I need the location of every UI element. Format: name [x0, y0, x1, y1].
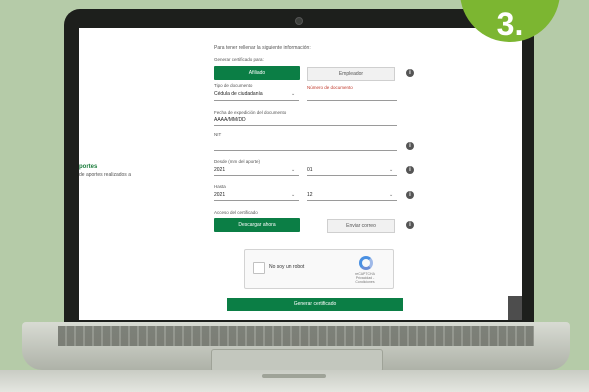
exp-date-label: Fecha de expedición del documento — [214, 110, 287, 115]
form-intro: Para tener rellenar la siguiente informa… — [214, 45, 311, 51]
chevron-down-icon: ⌄ — [291, 192, 296, 198]
camera-icon — [295, 17, 303, 25]
chevron-down-icon: ⌄ — [291, 91, 296, 97]
trackpad — [211, 349, 383, 372]
exp-date-underline — [214, 125, 397, 126]
recaptcha-widget: No soy un robot reCAPTCHA Privacidad - C… — [244, 249, 394, 289]
generate-certificate-button[interactable]: Generar certificado — [227, 298, 403, 311]
to-label: Hasta — [214, 184, 226, 189]
chevron-down-icon: ⌄ — [291, 167, 296, 173]
scrollbar[interactable] — [508, 296, 522, 320]
from-month-select[interactable]: 01 — [307, 167, 313, 173]
access-label: Acceso del certificado — [214, 210, 258, 215]
nit-field[interactable] — [214, 150, 397, 151]
screen: portes de aportes realizados a Para tene… — [79, 28, 522, 320]
recaptcha-logo-icon — [359, 256, 373, 270]
exp-date-field[interactable]: AAAA/MM/DD — [214, 117, 246, 123]
info-icon[interactable]: i — [406, 69, 414, 77]
to-month-underline — [307, 200, 397, 201]
doc-type-label: Tipo de documento — [214, 83, 253, 88]
doc-number-field[interactable] — [307, 100, 397, 101]
step-badge: 3. — [460, 0, 560, 42]
info-icon[interactable]: i — [406, 221, 414, 229]
from-year-select[interactable]: 2021 — [214, 167, 225, 173]
info-icon[interactable]: i — [406, 191, 414, 199]
recaptcha-checkbox[interactable] — [253, 262, 265, 274]
download-now-button[interactable]: Descargar ahora — [214, 218, 300, 232]
from-month-underline — [307, 175, 397, 176]
option-afiliado-button[interactable]: Afiliado — [214, 66, 300, 80]
doc-type-select[interactable]: Cédula de ciudadanía — [214, 91, 263, 97]
generate-label: Generar certificado para: — [214, 57, 264, 62]
recaptcha-brand: reCAPTCHA Privacidad - Condiciones — [347, 272, 383, 284]
lid-notch — [262, 374, 326, 378]
send-email-button[interactable]: Enviar correo — [327, 219, 395, 233]
from-label: Desde (mm del aporte) — [214, 159, 261, 164]
side-title: portes — [79, 164, 98, 170]
nit-label: NIT — [214, 132, 222, 137]
chevron-down-icon: ⌄ — [389, 167, 394, 173]
to-year-underline — [214, 200, 299, 201]
to-year-select[interactable]: 2021 — [214, 192, 225, 198]
option-empleador-button[interactable]: Empleador — [307, 67, 395, 81]
to-month-select[interactable]: 12 — [307, 192, 313, 198]
recaptcha-terms-link[interactable]: Privacidad - Condiciones — [347, 276, 383, 284]
doc-number-label: Número de documento — [307, 85, 353, 90]
doc-type-underline — [214, 100, 299, 101]
step-number: 3. — [496, 6, 524, 42]
side-subtitle: de aportes realizados a — [79, 172, 131, 178]
recaptcha-label: No soy un robot — [269, 264, 305, 270]
keyboard — [58, 326, 534, 346]
from-year-underline — [214, 175, 299, 176]
info-icon[interactable]: i — [406, 166, 414, 174]
chevron-down-icon: ⌄ — [389, 192, 394, 198]
info-icon[interactable]: i — [406, 142, 414, 150]
